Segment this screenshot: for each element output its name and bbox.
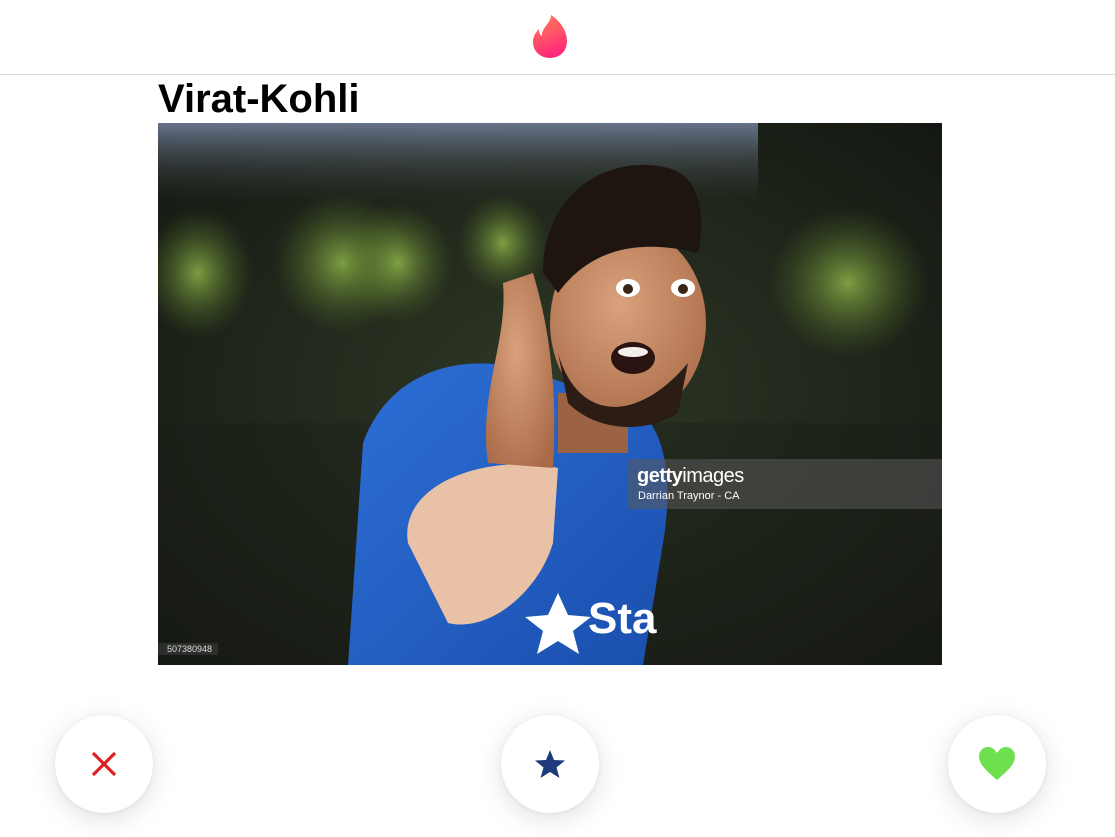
- image-id: 507380948: [158, 643, 219, 655]
- nope-button[interactable]: [55, 715, 153, 813]
- svg-text:Sta: Sta: [588, 594, 657, 643]
- profile-name: Virat-Kohli: [158, 77, 360, 121]
- flame-icon[interactable]: [529, 14, 571, 60]
- star-icon: [535, 750, 565, 778]
- like-button[interactable]: [948, 715, 1046, 813]
- profile-photo[interactable]: Sta gettyimages Darrian Traynor - CA 507…: [158, 123, 942, 665]
- watermark-credit: Darrian Traynor - CA: [638, 490, 740, 502]
- top-bar: [0, 0, 1115, 75]
- super-like-button[interactable]: [501, 715, 599, 813]
- close-icon: [91, 751, 117, 777]
- watermark: gettyimages Darrian Traynor - CA: [628, 459, 942, 509]
- watermark-brand: gettyimages: [637, 465, 744, 487]
- heart-icon: [979, 747, 1015, 780]
